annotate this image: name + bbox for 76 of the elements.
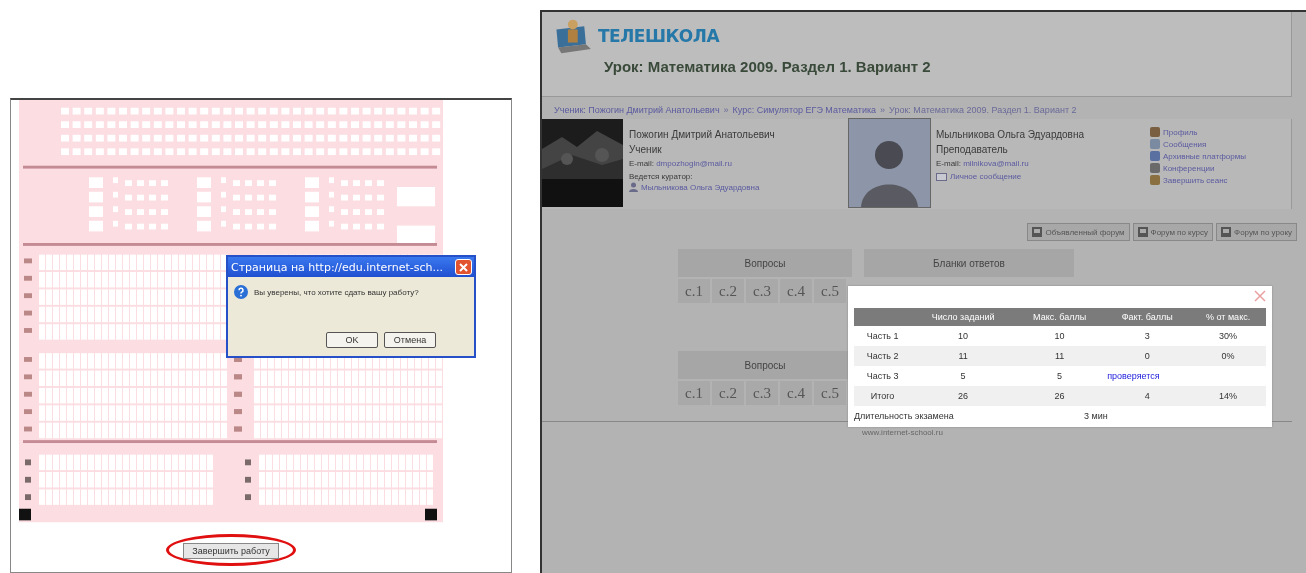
page-button[interactable]: с.5 (814, 279, 846, 303)
tab[interactable]: Вопросы (678, 249, 852, 277)
dialog-button[interactable]: OK (326, 332, 378, 348)
page-title: Урок: Математика 2009. Раздел 1. Вариант 2 (604, 58, 931, 75)
menu-link[interactable]: Конференции (1163, 163, 1215, 173)
duration-value: 3 мин (1084, 411, 1108, 421)
email-link[interactable]: milnikova@mail.ru (963, 159, 1029, 168)
table-cell: 11 (1015, 346, 1105, 366)
page-button[interactable]: с.3 (746, 279, 778, 303)
table-cell: Часть 1 (854, 326, 912, 346)
column-header: Макс. баллы (1015, 308, 1105, 326)
page-button[interactable]: с.4 (780, 381, 812, 405)
page-button[interactable]: с.4 (780, 279, 812, 303)
table-cell: 0 (1104, 346, 1191, 366)
question-icon (234, 285, 248, 299)
menu-link[interactable]: Сообщения (1163, 139, 1207, 149)
page-button[interactable]: с.2 (712, 279, 744, 303)
table-cell: 11 (911, 346, 1015, 366)
finish-button[interactable]: Завершить работу (183, 543, 279, 559)
breadcrumb-current: Урок: Математика 2009. Раздел 1. Вариант 2 (889, 105, 1077, 115)
table-cell: 0% (1190, 346, 1266, 366)
page-button[interactable]: с.3 (746, 381, 778, 405)
message-link[interactable]: Личное сообщение (950, 172, 1022, 181)
menu-link[interactable]: Завершить сеанс (1163, 175, 1228, 185)
menu-link[interactable]: Архивные платформы (1163, 151, 1246, 161)
table-cell: Часть 2 (854, 346, 912, 366)
student-name: Пожогин Дмитрий Анатольевич (629, 129, 776, 140)
table-cell: Итого (854, 386, 912, 406)
breadcrumb-link[interactable]: Ученик: Пожогин Дмитрий Анатольевич (554, 105, 720, 115)
table-cell: 5 (911, 366, 1015, 386)
table-cell: Часть 3 (854, 366, 912, 386)
footer-text: www.internet-school.ru (862, 428, 944, 437)
forum-icon (1032, 227, 1043, 237)
close-icon[interactable] (1254, 290, 1266, 302)
forum-button[interactable]: Объявленный форум (1027, 223, 1130, 241)
forum-icon (1137, 227, 1148, 237)
forum-icon (1221, 227, 1232, 237)
column-header: % от макс. (1190, 308, 1266, 326)
dialog-message: Вы уверены, что хотите сдать вашу работу? (254, 287, 419, 297)
email-label: E-mail: (936, 159, 962, 168)
page-button[interactable]: с.5 (814, 381, 846, 405)
email-label: E-mail: (629, 159, 655, 168)
forum-button[interactable]: Форум по курсу (1132, 223, 1214, 241)
column-header: Факт. баллы (1104, 308, 1191, 326)
email-link[interactable]: dmpozhogin@mail.ru (656, 159, 732, 168)
menu-link[interactable]: Профиль (1163, 127, 1198, 137)
table-cell: 10 (1015, 326, 1105, 346)
table-cell: 5 (1015, 366, 1105, 386)
breadcrumb-link[interactable]: Курс: Симулятор ЕГЭ Математика (732, 105, 877, 115)
curator-link[interactable]: Мыльникова Ольга Эдуардовна (641, 182, 760, 192)
table-cell: 26 (1015, 386, 1105, 406)
teacher-name: Мыльникова Ольга Эдуардовна (936, 129, 1085, 140)
page-button[interactable]: с.2 (712, 381, 744, 405)
status-link[interactable]: проверяется (1107, 371, 1160, 381)
close-button[interactable] (455, 259, 472, 275)
table-cell: 14% (1190, 386, 1266, 406)
page-button[interactable]: с.1 (678, 381, 710, 405)
teacher-role: Преподаватель (936, 144, 1009, 155)
table-cell: 10 (911, 326, 1015, 346)
duration-label: Длительность экзамена (854, 411, 955, 421)
close-icon (459, 262, 468, 272)
student-role: Ученик (629, 144, 663, 155)
breadcrumb-separator: » (880, 105, 886, 115)
page-button[interactable]: с.1 (678, 279, 710, 303)
table-cell: 3 (1104, 326, 1191, 346)
column-header: Число заданий (911, 308, 1015, 326)
breadcrumb-separator: » (723, 105, 729, 115)
table-cell: 26 (911, 386, 1015, 406)
table-cell: 4 (1104, 386, 1191, 406)
table-cell: 30% (1190, 326, 1266, 346)
tab[interactable]: Бланки ответов (864, 249, 1074, 277)
dialog-title: Страница на http://edu.internet-sch... (231, 260, 443, 274)
curator-label: Ведется куратор: (629, 172, 694, 181)
dialog-button[interactable]: Отмена (384, 332, 436, 348)
forum-button[interactable]: Форум по уроку (1216, 223, 1297, 241)
logo-text: ТЕЛЕШКОЛА (598, 26, 720, 46)
